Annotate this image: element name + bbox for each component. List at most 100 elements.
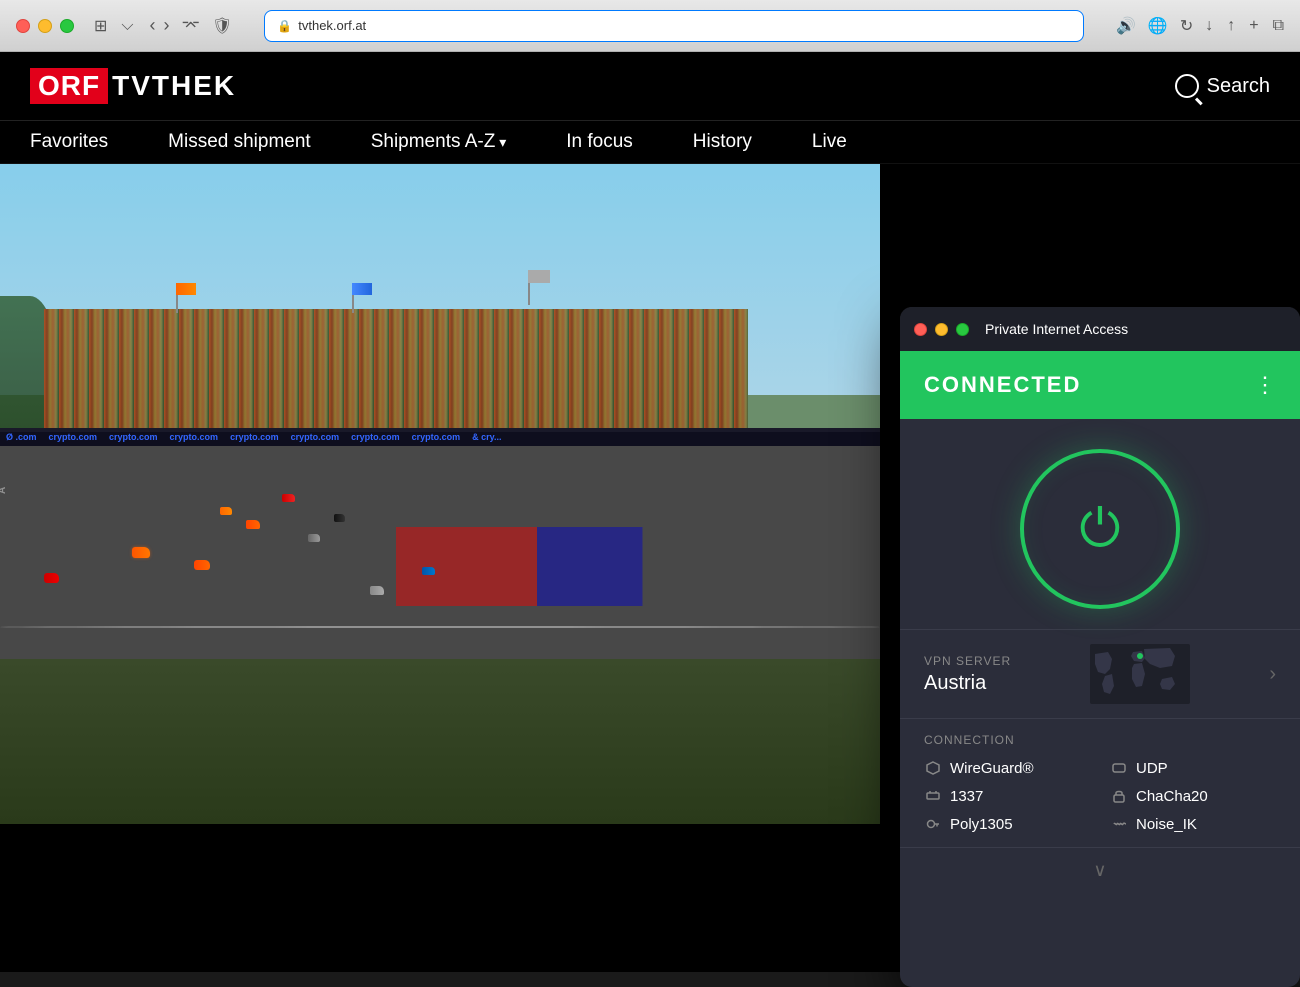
nav-shipments-az[interactable]: Shipments A-Z: [371, 131, 507, 153]
sidebar-toggle-icon[interactable]: ⊞: [94, 16, 107, 36]
sponsor-text-6: crypto.com: [285, 432, 346, 442]
search-label: Search: [1207, 75, 1270, 98]
url-text: tvthek.orf.at: [298, 18, 366, 33]
nav-missed-shipment[interactable]: Missed shipment: [168, 131, 311, 153]
pia-connected-bar: CONNECTED ⋮: [900, 351, 1300, 419]
port-item: 1337: [924, 787, 1090, 805]
wireguard-icon: [924, 759, 942, 777]
sponsor-text-5: crypto.com: [224, 432, 285, 442]
car-silver: [370, 586, 384, 595]
translate-icon[interactable]: 🌐: [1148, 16, 1168, 36]
connection-grid: WireGuard® UDP 1337: [924, 759, 1276, 833]
pia-power-area: ⏻: [900, 419, 1300, 629]
pia-menu-button[interactable]: ⋮: [1254, 372, 1276, 398]
navigation-buttons: ‹ ›: [150, 15, 170, 36]
pia-connection-section: CONNECTION WireGuard® UDP: [900, 718, 1300, 847]
macos-titlebar: ⊞ ⌵ ‹ › ⌤ 🛡 🔒 tvthek.orf.at 🔊 🌐 ↻ ↓ ↑ + …: [0, 0, 1300, 52]
flag-1: [176, 283, 196, 295]
udp-icon: [1110, 759, 1128, 777]
nav-in-focus[interactable]: In focus: [566, 131, 633, 153]
server-chevron-right: ›: [1269, 663, 1276, 686]
server-map: [1090, 644, 1190, 704]
noise-value: Noise_IK: [1136, 816, 1197, 833]
nav-history[interactable]: History: [693, 131, 752, 153]
back-button[interactable]: ‹: [150, 15, 156, 36]
sponsor-text-3: crypto.com: [103, 432, 164, 442]
car-1: [220, 507, 232, 515]
reload-icon[interactable]: ↻: [1180, 16, 1193, 36]
orf-logo[interactable]: ORF TVTHEK: [30, 68, 236, 104]
shield-icon: 🛡: [212, 16, 232, 36]
wireguard-item: WireGuard®: [924, 759, 1090, 777]
toolbar-icons: ⊞ ⌵: [94, 16, 134, 36]
search-button[interactable]: Search: [1175, 74, 1270, 98]
server-row[interactable]: VPN SERVER Austria: [924, 644, 1276, 704]
chacha-item: ChaCha20: [1110, 787, 1276, 805]
car-red: [44, 573, 59, 583]
flag-2: [352, 283, 372, 295]
server-label: VPN SERVER: [924, 654, 1011, 668]
pia-expand-button[interactable]: ∨: [900, 847, 1300, 893]
pia-title: Private Internet Access: [985, 321, 1128, 337]
tab-overview-icon[interactable]: ⧉: [1273, 17, 1284, 35]
nav-live[interactable]: Live: [812, 131, 847, 153]
server-name: Austria: [924, 672, 1011, 695]
close-button[interactable]: [16, 19, 30, 33]
download-icon[interactable]: ↓: [1205, 17, 1213, 35]
fullscreen-button[interactable]: [60, 19, 74, 33]
car-main-orange: [132, 547, 150, 558]
orf-navigation: Favorites Missed shipment Shipments A-Z …: [0, 121, 1300, 164]
car-main-orange-2: [194, 560, 210, 570]
sponsor-text-8: crypto.com: [406, 432, 467, 442]
pia-server-section: VPN SERVER Austria: [900, 629, 1300, 718]
orf-logo-orf: ORF: [30, 68, 108, 104]
car-5: [334, 514, 345, 522]
minimize-button[interactable]: [38, 19, 52, 33]
address-bar[interactable]: 🔒 tvthek.orf.at: [264, 10, 1084, 42]
chevron-down-icon[interactable]: ⌵: [121, 17, 133, 35]
noise-icon: [1110, 815, 1128, 833]
website-content: ORF TVTHEK Search Favorites Missed shipm…: [0, 52, 1300, 972]
nav-favorites[interactable]: Favorites: [30, 131, 108, 153]
pia-fullscreen-button[interactable]: [956, 323, 969, 336]
car-3: [282, 494, 295, 502]
right-toolbar: ↓ ↑ + ⧉: [1205, 17, 1284, 35]
lock-icon: 🔒: [277, 19, 292, 33]
key-icon: [924, 815, 942, 833]
speaker-icon[interactable]: 🔊: [1116, 16, 1136, 36]
pia-titlebar: Private Internet Access: [900, 307, 1300, 351]
crowd: [44, 309, 748, 428]
new-tab-icon[interactable]: +: [1249, 17, 1258, 35]
world-map-svg: [1090, 644, 1190, 704]
pia-connected-status: CONNECTED: [924, 372, 1081, 398]
pia-power-button[interactable]: ⏻: [1020, 449, 1180, 609]
traffic-lights: [16, 19, 74, 33]
connection-label: CONNECTION: [924, 733, 1276, 747]
share-icon[interactable]: ↑: [1227, 17, 1235, 35]
sponsor-text-7: crypto.com: [345, 432, 406, 442]
server-info: VPN SERVER Austria: [924, 654, 1011, 695]
pia-minimize-button[interactable]: [935, 323, 948, 336]
pia-vpn-window: Private Internet Access CONNECTED ⋮ ⏻ VP…: [900, 307, 1300, 987]
track-kerbs: [396, 527, 748, 606]
car-blue: [422, 567, 435, 575]
udp-item: UDP: [1110, 759, 1276, 777]
forward-button[interactable]: ›: [164, 15, 170, 36]
poly-item: Poly1305: [924, 815, 1090, 833]
noise-item: Noise_IK: [1110, 815, 1276, 833]
port-value: 1337: [950, 788, 983, 805]
udp-value: UDP: [1136, 760, 1168, 777]
pia-close-button[interactable]: [914, 323, 927, 336]
wireguard-value: WireGuard®: [950, 760, 1034, 777]
sponsor-banners: Ø .com crypto.com crypto.com crypto.com …: [0, 428, 880, 446]
flag-3: [528, 270, 550, 283]
port-icon: [924, 787, 942, 805]
handoff-icon: ⌤: [182, 16, 200, 36]
video-player[interactable]: Ø .com crypto.com crypto.com crypto.com …: [0, 164, 880, 824]
orf-header: ORF TVTHEK Search: [0, 52, 1300, 121]
poly-value: Poly1305: [950, 816, 1013, 833]
car-2: [246, 520, 260, 529]
car-4: [308, 534, 320, 542]
sponsor-text-9: & cry...: [466, 432, 507, 442]
sponsor-text-4: crypto.com: [164, 432, 225, 442]
